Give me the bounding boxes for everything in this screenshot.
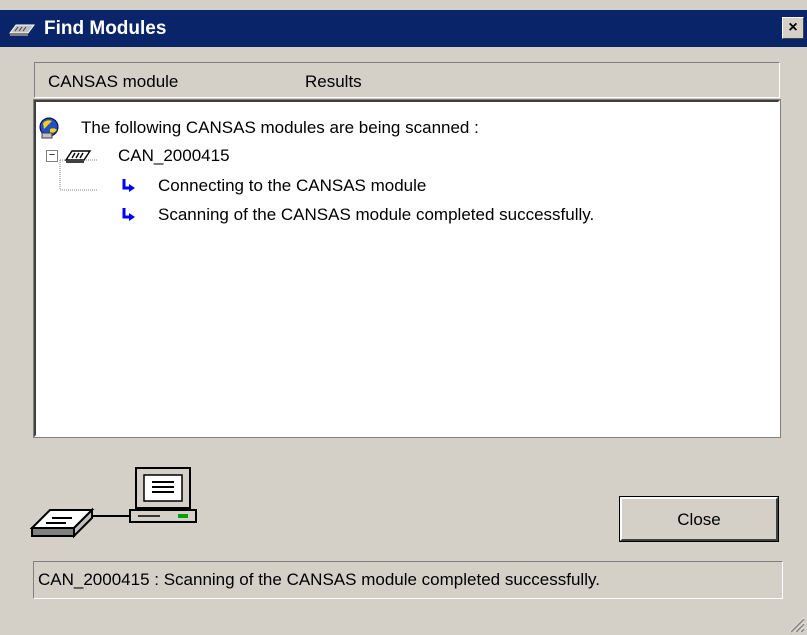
cansas-module-icon xyxy=(9,24,35,36)
close-icon: × xyxy=(788,19,798,36)
module-label: CAN_2000415 xyxy=(118,146,230,165)
scan-globe-icon xyxy=(39,117,59,139)
resize-grip-icon[interactable] xyxy=(787,615,805,633)
cansas-module-icon xyxy=(64,150,92,163)
status-bar: CAN_2000415 : Scanning of the CANSAS mod… xyxy=(33,561,783,599)
results-tree[interactable]: The following CANSAS modules are being s… xyxy=(33,99,781,438)
blue-arrow-icon xyxy=(122,179,135,192)
module-to-computer-icon xyxy=(29,467,197,539)
close-window-button[interactable]: × xyxy=(782,17,804,39)
close-button[interactable]: Close xyxy=(619,496,779,542)
blue-arrow-icon xyxy=(122,208,135,221)
column-header-results[interactable]: Results xyxy=(305,72,362,92)
column-header-module[interactable]: CANSAS module xyxy=(48,72,178,92)
step-label: Scanning of the CANSAS module completed … xyxy=(158,205,595,224)
status-text: CAN_2000415 : Scanning of the CANSAS mod… xyxy=(38,570,600,589)
tree-root-label: The following CANSAS modules are being s… xyxy=(81,118,479,137)
window-title: Find Modules xyxy=(44,18,167,39)
collapse-toggle[interactable]: − xyxy=(46,150,58,162)
title-bar: Find Modules × xyxy=(0,10,807,47)
minus-icon: − xyxy=(48,149,56,161)
step-label: Connecting to the CANSAS module xyxy=(158,176,427,195)
column-header-bar: CANSAS module Results xyxy=(34,62,780,98)
